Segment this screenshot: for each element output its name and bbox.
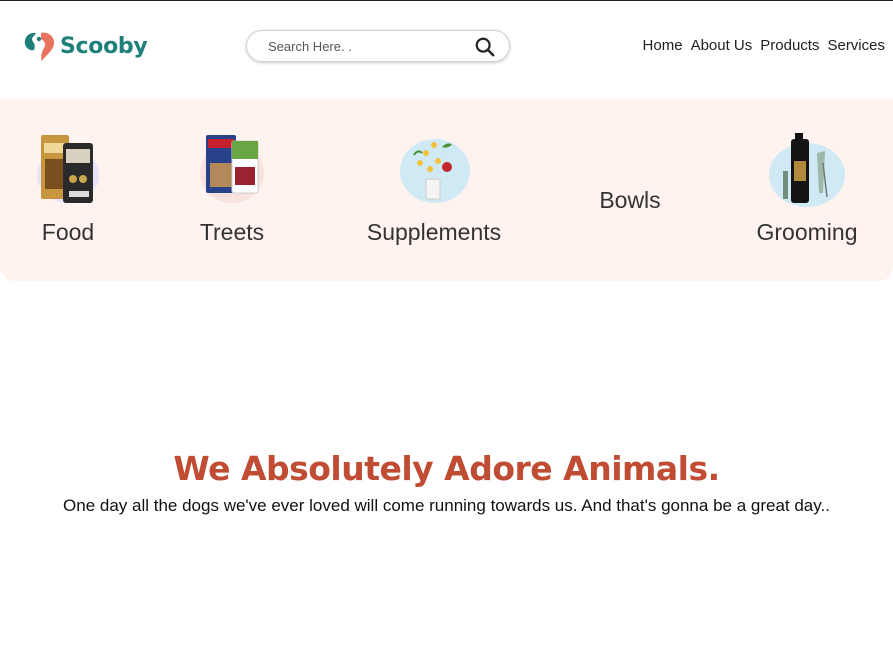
hero-title: We Absolutely Adore Animals. <box>173 449 720 488</box>
nav-about-us[interactable]: About Us <box>691 37 753 54</box>
category-label: Supplements <box>366 219 502 245</box>
brand-logo[interactable]: Scooby <box>22 29 148 63</box>
category-label: Treets <box>199 219 265 245</box>
hero-subtitle: One day all the dogs we've ever loved wi… <box>63 496 830 515</box>
category-supplements[interactable]: Supplements <box>358 133 510 246</box>
category-grooming[interactable]: Grooming <box>748 133 866 246</box>
search-input[interactable] <box>268 38 458 54</box>
category-label: Grooming <box>756 219 858 245</box>
nav-home[interactable]: Home <box>643 37 683 54</box>
nav-services[interactable]: Services <box>827 37 885 54</box>
nav-products[interactable]: Products <box>760 37 819 54</box>
site-header: Scooby Home About Us Products Services <box>0 1 893 99</box>
category-bowls[interactable]: Bowls <box>590 187 670 214</box>
search-bar <box>246 30 510 62</box>
category-strip: Food Treets Supplements Bowls Grooming <box>0 99 893 281</box>
heart-paw-logo-icon <box>24 32 55 61</box>
grooming-kit-icon <box>767 133 847 207</box>
brand-name: Scooby <box>60 33 148 59</box>
search-icon[interactable] <box>474 36 496 58</box>
supplement-bottle-icon <box>396 133 472 207</box>
food-packs-icon <box>33 133 103 207</box>
main-nav: Home About Us Products Services <box>643 37 885 54</box>
category-label: Bowls <box>599 187 661 213</box>
category-food[interactable]: Food <box>28 133 108 246</box>
treat-packs-icon <box>196 133 268 207</box>
hero-section: We Absolutely Adore Animals. One day all… <box>0 449 893 516</box>
category-label: Food <box>41 219 95 245</box>
category-treets[interactable]: Treets <box>192 133 272 246</box>
